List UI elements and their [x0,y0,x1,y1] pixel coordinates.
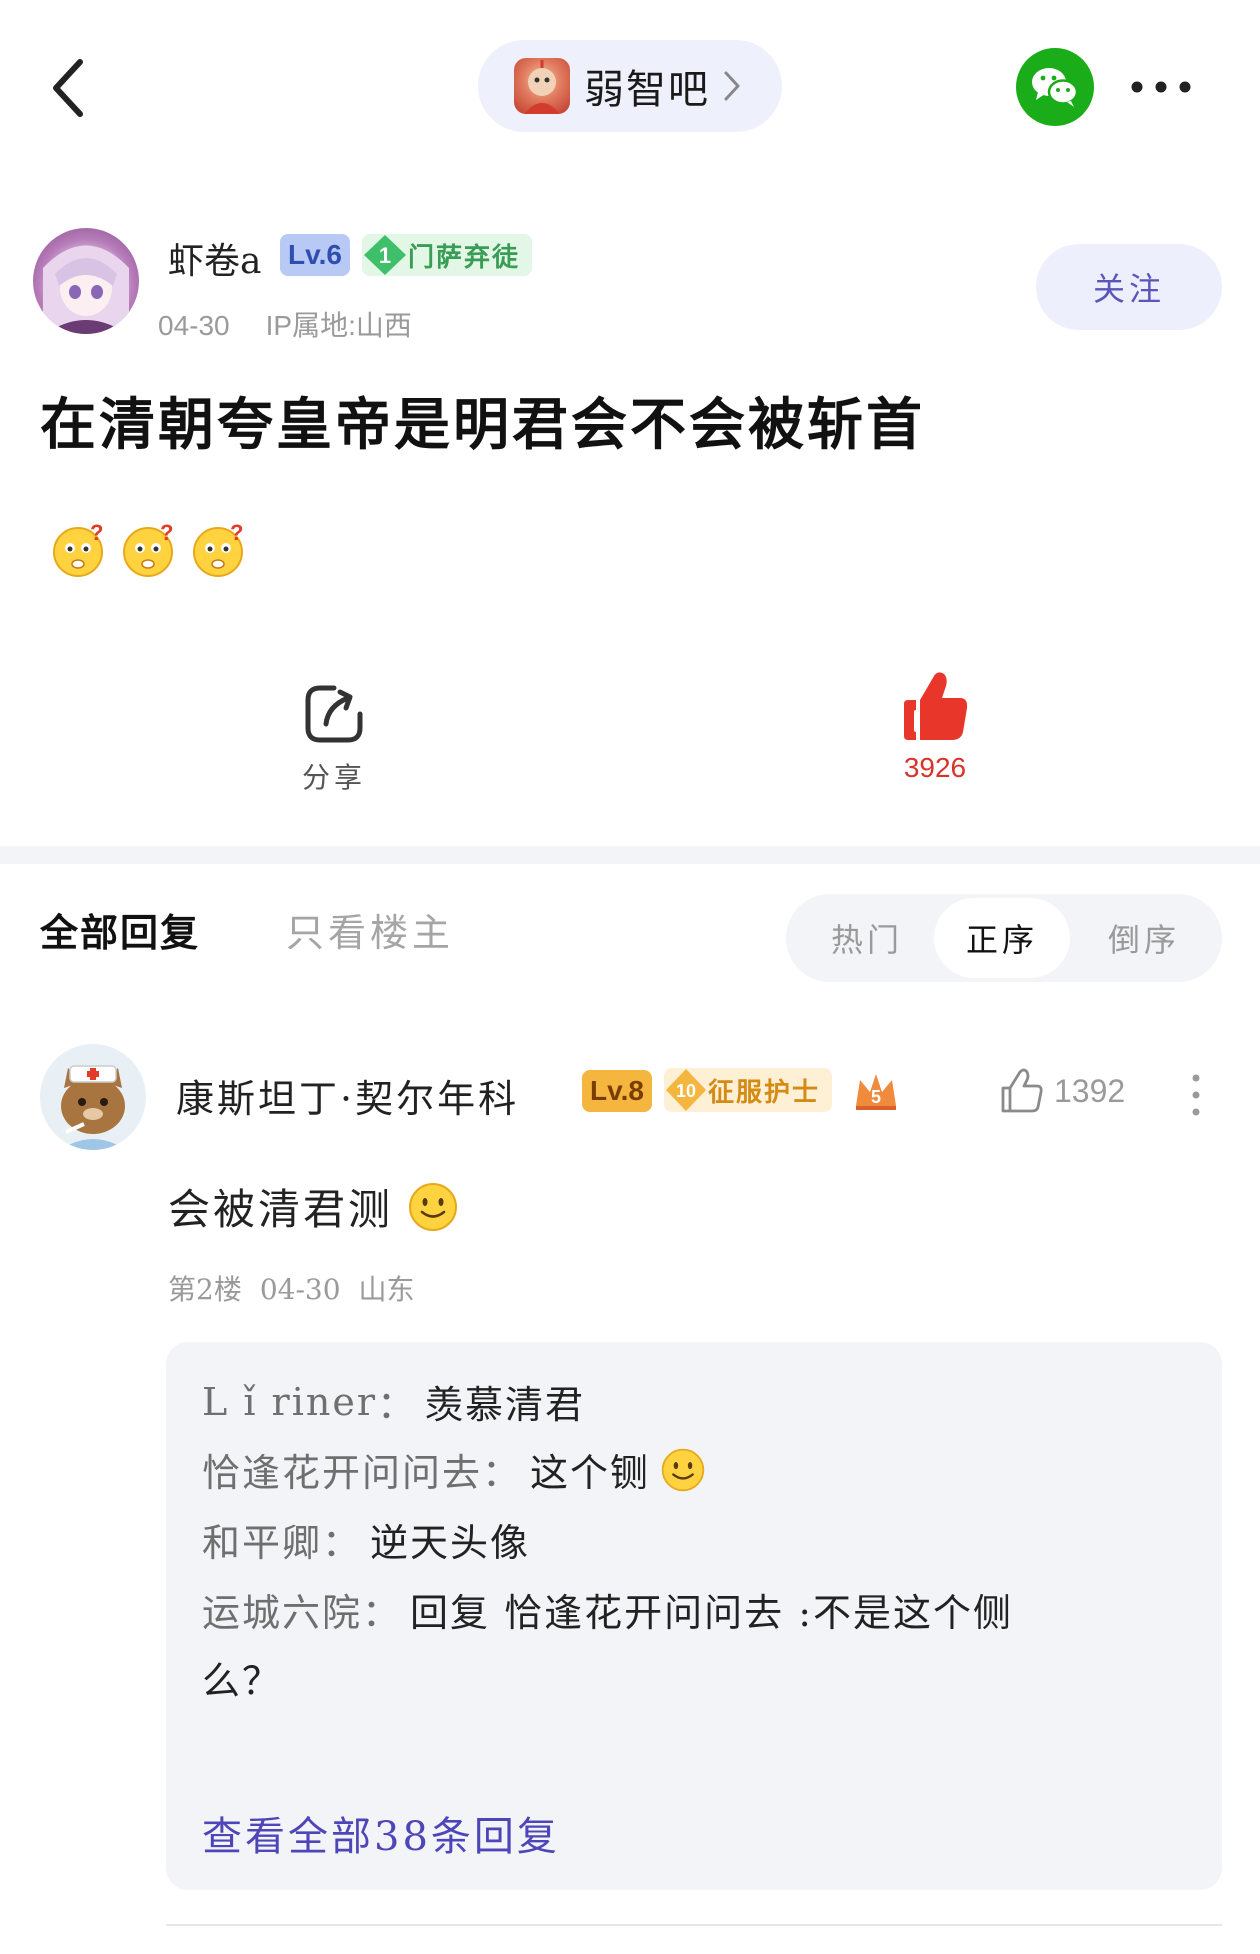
comment-divider [166,1924,1222,1926]
forum-link[interactable]: 弱智吧 [478,40,782,132]
post-date: 04-30 [158,310,230,341]
comment-body: 会被清君测 [168,1185,394,1234]
comment-text: 会被清君测 [168,1176,459,1237]
separator: ： [377,1383,418,1427]
forum-name: 弱智吧 [584,67,710,113]
section-divider [0,846,1260,864]
chevron-left-icon [53,59,83,117]
share-button[interactable]: 分享 [294,682,374,802]
chevron-right-icon [724,71,740,101]
sort-toggle: 热门 正序 倒序 [786,894,1222,982]
wechat-share-button[interactable] [1016,48,1094,126]
wechat-icon [1032,68,1079,107]
sub-reply-text: 回复 恰逢花开问问去 :不是这个侧 [410,1591,1013,1635]
comment-date: 04-30 [259,1273,341,1306]
svg-text:?: ? [90,522,103,545]
sub-reply-author[interactable]: 恰逢花开问问去 [202,1442,482,1497]
crown-rank: 5 [871,1087,881,1107]
separator: ： [362,1591,403,1635]
comment-like-count: 1392 [1054,1072,1126,1109]
separator: ： [322,1521,363,1565]
sort-descending[interactable]: 倒序 [1076,894,1212,982]
thumbs-up-icon [904,672,968,740]
commenter-name[interactable]: 康斯坦丁·契尔年科 [176,1068,519,1123]
back-button[interactable] [40,48,100,128]
honor-rank: 1 [379,243,391,268]
sub-reply-author[interactable]: 和平卿 [202,1512,322,1567]
level-badge: Lv.8 [582,1070,652,1112]
crown-badge-icon: 5 [852,1070,900,1112]
author-name[interactable]: 虾卷a [168,232,261,284]
comment-like-button[interactable]: 1392 [1000,1068,1125,1114]
svg-text:?: ? [160,522,173,545]
sub-replies-box[interactable]: L ǐ riner：羡慕清君 恰逢花开问问去：这个铡 和平卿：逆天头像 运城六院… [166,1342,1222,1890]
like-button[interactable]: 3926 [880,670,990,800]
like-count: 3926 [903,752,967,783]
sub-reply-author[interactable]: L ǐ riner [202,1380,377,1424]
sub-reply-text: 逆天头像 [370,1521,531,1565]
ip-location: IP属地:山西 [265,310,412,341]
comment-location: 山东 [358,1273,415,1306]
svg-text:?: ? [230,522,243,545]
share-label: 分享 [301,761,366,794]
honor-badge: 10 征服护士 [664,1068,833,1112]
sort-hot[interactable]: 热门 [804,894,930,982]
honor-title: 征服护士 [708,1077,821,1108]
honor-badge: 1 门萨弃徒 [362,234,533,276]
view-all-replies-link[interactable]: 查看全部38条回复 [202,1804,560,1862]
tab-all-replies[interactable]: 全部回复 [40,902,200,957]
tab-op-only[interactable]: 只看楼主 [286,902,454,957]
sub-reply-text: 羡慕清君 [425,1383,586,1427]
sub-reply-continuation: 么？ [202,1650,282,1705]
smile-emoji-icon [661,1448,705,1491]
separator: ： [482,1451,523,1495]
share-icon [305,685,363,743]
more-vertical-icon [1192,1074,1200,1116]
sub-reply[interactable]: 运城六院：回复 恰逢花开问问去 :不是这个侧 [202,1582,1013,1637]
floor-number: 第2楼 [168,1273,242,1306]
question-face-emoji: ? [50,520,106,578]
question-face-emoji: ? [120,520,176,578]
sort-ascending[interactable]: 正序 [934,898,1070,978]
forum-avatar [514,58,570,114]
sub-reply[interactable]: 恰逢花开问问去：这个铡 [202,1442,706,1497]
post-emojis: ? ? ? [50,520,246,578]
thumbs-up-outline-icon [1001,1068,1043,1113]
gem-icon: 10 [666,1069,706,1111]
more-button[interactable] [1128,70,1194,104]
sub-reply[interactable]: 和平卿：逆天头像 [202,1512,530,1567]
honor-title: 门萨弃徒 [408,242,521,273]
follow-button[interactable]: 关注 [1036,244,1222,330]
post-meta: 04-30 IP属地:山西 [158,304,412,344]
comment-more-button[interactable] [1186,1072,1206,1118]
commenter-avatar[interactable] [40,1044,146,1150]
author-avatar[interactable] [33,228,139,334]
level-badge: Lv.6 [280,234,350,276]
honor-rank: 10 [676,1081,696,1101]
smile-emoji-icon [409,1182,458,1231]
sub-reply-text: 这个铡 [530,1451,651,1495]
more-dots-icon [1131,81,1191,93]
post-title: 在清朝夸皇帝是明君会不会被斩首 [40,392,925,458]
sub-reply-author[interactable]: 运城六院 [202,1582,362,1637]
question-face-emoji: ? [190,520,246,578]
comment-meta: 第2楼 04-30 山东 [168,1268,415,1308]
sub-reply[interactable]: L ǐ riner：羡慕清君 [202,1374,585,1429]
sub-reply-text: 么？ [202,1659,283,1703]
gem-icon: 1 [362,234,408,276]
